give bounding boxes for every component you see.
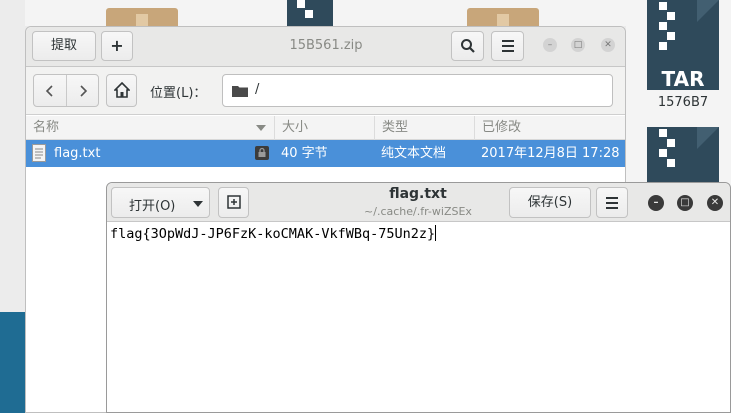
column-modified[interactable]: 已修改 — [475, 116, 625, 140]
menu-button[interactable] — [491, 31, 524, 61]
search-button[interactable] — [451, 31, 484, 61]
text-editor-content[interactable]: flag{3OpWdJ-JP6FzK-koCMAK-VkfWBq-75Un2z} — [110, 225, 437, 242]
new-document-button[interactable] — [218, 187, 249, 218]
package-icon[interactable] — [106, 8, 178, 26]
folder-icon — [232, 86, 248, 97]
tar-label: TAR — [661, 67, 705, 91]
text-editor-window: 打开(O) flag.txt ~/.cache/.fr-wiZSEx 保存(S)… — [106, 182, 731, 413]
tar-archive-icon[interactable] — [647, 127, 719, 189]
chevron-down-icon — [193, 201, 203, 207]
location-label: 位置(L)： — [150, 86, 207, 101]
minimize-button[interactable]: – — [543, 38, 557, 52]
document-title: flag.txt — [389, 186, 447, 202]
location-toolbar: 位置(L)： / — [26, 67, 625, 115]
desktop-wallpaper — [0, 312, 25, 413]
file-type: 纯文本文档 — [381, 146, 447, 161]
column-type[interactable]: 类型 — [375, 116, 475, 140]
desktop-file-caption[interactable]: 1576B7 — [647, 95, 719, 110]
text-file-icon — [32, 144, 46, 162]
text-content: flag{3OpWdJ-JP6FzK-koCMAK-VkfWBq-75Un2z} — [110, 226, 436, 242]
chevron-right-icon — [80, 85, 88, 97]
editor-headerbar: 打开(O) flag.txt ~/.cache/.fr-wiZSEx 保存(S)… — [107, 183, 730, 222]
close-button[interactable]: ✕ — [601, 38, 615, 52]
hamburger-icon — [606, 197, 618, 209]
column-size[interactable]: 大小 — [275, 116, 375, 140]
lock-icon — [255, 146, 269, 160]
search-icon — [460, 39, 475, 53]
home-icon — [112, 81, 131, 98]
open-button[interactable]: 打开(O) — [111, 187, 210, 218]
forward-button[interactable] — [67, 75, 99, 106]
file-name: flag.txt — [54, 146, 101, 161]
nav-button-group — [33, 74, 99, 107]
sort-down-icon — [256, 125, 266, 131]
document-path: ~/.cache/.fr-wiZSEx — [364, 205, 472, 218]
maximize-button[interactable]: □ — [571, 38, 585, 52]
extract-button[interactable]: 提取 — [32, 31, 96, 61]
window-title: 15B561.zip — [289, 38, 363, 53]
archive-headerbar: 提取 + 15B561.zip – □ ✕ — [26, 27, 625, 67]
home-button[interactable] — [106, 74, 137, 107]
hamburger-icon — [501, 40, 514, 52]
editor-menu-button[interactable] — [596, 187, 628, 218]
file-row-flag-txt[interactable]: flag.txt 40 字节 纯文本文档 2017年12月8日 17:28 — [26, 140, 625, 167]
save-button[interactable]: 保存(S) — [509, 187, 591, 218]
file-size: 40 字节 — [281, 146, 328, 161]
file-modified: 2017年12月8日 17:28 — [481, 146, 620, 161]
archive-file-icon[interactable] — [287, 0, 333, 26]
location-field[interactable]: / — [222, 74, 613, 107]
tar-archive-icon[interactable]: TAR — [647, 0, 719, 90]
column-name[interactable]: 名称 — [26, 116, 275, 140]
maximize-button[interactable]: □ — [677, 195, 693, 211]
text-cursor — [435, 225, 437, 241]
back-button[interactable] — [34, 75, 66, 106]
add-button[interactable]: + — [101, 31, 133, 61]
minimize-button[interactable]: – — [648, 195, 664, 211]
location-path: / — [255, 82, 260, 97]
package-icon[interactable] — [467, 8, 539, 26]
file-list-header: 名称 大小 类型 已修改 — [26, 116, 625, 140]
chevron-left-icon — [45, 85, 53, 97]
new-tab-icon — [226, 195, 241, 209]
close-button[interactable]: ✕ — [707, 195, 723, 211]
